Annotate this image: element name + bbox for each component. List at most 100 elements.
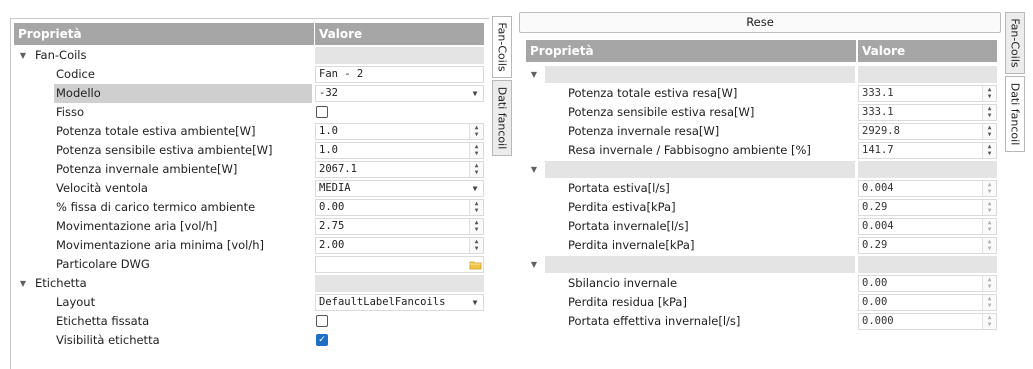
spin-up-icon[interactable]: ▲ (470, 124, 483, 131)
chevron-down-icon[interactable]: ▼ (469, 295, 481, 310)
category-row-fan-coils[interactable]: ▼ Fan-Coils (11, 46, 490, 65)
value-stepper[interactable]: 0.004 ▲ ▼ (858, 180, 997, 197)
property-row-potenza-sensibile[interactable]: Potenza sensibile estiva ambiente[W] 1.0… (11, 141, 490, 160)
tab-dati-fancoil-left[interactable]: Dati fancoil (492, 80, 512, 156)
value-stepper[interactable]: 333.1 ▲ ▼ (858, 104, 997, 121)
spin-up-icon[interactable]: ▲ (983, 105, 996, 112)
property-row-movimentazione-aria[interactable]: Movimentazione aria [vol/h] 2.75 ▲ ▼ (11, 217, 490, 236)
value-stepper[interactable]: 0.29 ▲ ▼ (858, 199, 997, 216)
result-row[interactable]: Portata effettiva invernale[l/s] 0.000 ▲ ▼ (521, 312, 1002, 331)
spin-up-icon[interactable]: ▲ (470, 143, 483, 150)
property-row-carico-termico[interactable]: % fissa di carico termico ambiente 0.00 … (11, 198, 490, 217)
spin-up-icon[interactable]: ▲ (983, 181, 996, 188)
value-stepper[interactable]: 0.000 ▲ ▼ (858, 313, 997, 330)
tab-fan-coils-left[interactable]: Fan-Coils (492, 16, 512, 78)
result-row[interactable]: Sbilancio invernale 0.00 ▲ ▼ (521, 274, 1002, 293)
spin-buttons[interactable]: ▲ ▼ (469, 143, 483, 158)
spin-down-icon[interactable]: ▼ (983, 245, 996, 252)
property-row-layout[interactable]: Layout DefaultLabelFancoils ▼ (11, 293, 490, 312)
spin-buttons[interactable]: ▲ ▼ (982, 295, 996, 310)
spin-up-icon[interactable]: ▲ (983, 86, 996, 93)
group-row-1[interactable]: ▼ (521, 65, 1002, 84)
collapse-icon[interactable]: ▼ (16, 274, 30, 293)
spin-buttons[interactable]: ▲ ▼ (982, 314, 996, 329)
collapse-icon[interactable]: ▼ (527, 255, 541, 274)
collapse-icon[interactable]: ▼ (527, 160, 541, 179)
property-row-codice[interactable]: Codice Fan - 2 (11, 65, 490, 84)
fisso-checkbox[interactable] (316, 106, 328, 118)
spin-down-icon[interactable]: ▼ (983, 321, 996, 328)
spin-up-icon[interactable]: ▲ (983, 295, 996, 302)
chevron-down-icon[interactable]: ▼ (469, 181, 481, 196)
spin-buttons[interactable]: ▲ ▼ (469, 162, 483, 177)
spin-buttons[interactable]: ▲ ▼ (469, 219, 483, 234)
result-row[interactable]: Potenza sensibile estiva resa[W] 333.1 ▲ ▼ (521, 103, 1002, 122)
spin-buttons[interactable]: ▲ ▼ (982, 238, 996, 253)
result-row[interactable]: Perdita residua [kPa] 0.00 ▲ ▼ (521, 293, 1002, 312)
spin-buttons[interactable]: ▲ ▼ (982, 181, 996, 196)
result-row[interactable]: Perdita invernale[kPa] 0.29 ▲ ▼ (521, 236, 1002, 255)
spin-up-icon[interactable]: ▲ (983, 219, 996, 226)
etichetta-fissata-checkbox[interactable] (316, 315, 328, 327)
spin-up-icon[interactable]: ▲ (983, 200, 996, 207)
value-stepper[interactable]: 0.00 ▲ ▼ (858, 275, 997, 292)
property-row-visibilita-etichetta[interactable]: Visibilità etichetta ✓ (11, 331, 490, 350)
folder-icon[interactable] (469, 258, 482, 271)
collapse-icon[interactable]: ▼ (16, 46, 30, 65)
movimentazione-aria-stepper[interactable]: 2.75 ▲ ▼ (315, 218, 484, 235)
visibilita-etichetta-checkbox[interactable]: ✓ (316, 334, 328, 346)
velocita-dropdown[interactable]: MEDIA ▼ (315, 180, 484, 197)
spin-up-icon[interactable]: ▲ (470, 219, 483, 226)
particolare-dwg-field[interactable] (315, 256, 484, 273)
value-stepper[interactable]: 141.7 ▲ ▼ (858, 142, 997, 159)
spin-down-icon[interactable]: ▼ (983, 207, 996, 214)
value-stepper[interactable]: 0.004 ▲ ▼ (858, 218, 997, 235)
potenza-sensibile-stepper[interactable]: 1.0 ▲ ▼ (315, 142, 484, 159)
spin-up-icon[interactable]: ▲ (983, 124, 996, 131)
potenza-totale-stepper[interactable]: 1.0 ▲ ▼ (315, 123, 484, 140)
spin-buttons[interactable]: ▲ ▼ (982, 143, 996, 158)
spin-down-icon[interactable]: ▼ (983, 131, 996, 138)
value-stepper[interactable]: 0.00 ▲ ▼ (858, 294, 997, 311)
spin-down-icon[interactable]: ▼ (983, 93, 996, 100)
tab-dati-fancoil-right[interactable]: Dati fancoil (1005, 76, 1025, 152)
property-row-movimentazione-aria-minima[interactable]: Movimentazione aria minima [vol/h] 2.00 … (11, 236, 490, 255)
spin-down-icon[interactable]: ▼ (470, 131, 483, 138)
spin-down-icon[interactable]: ▼ (470, 226, 483, 233)
value-stepper[interactable]: 0.29 ▲ ▼ (858, 237, 997, 254)
group-row-2[interactable]: ▼ (521, 160, 1002, 179)
spin-down-icon[interactable]: ▼ (983, 226, 996, 233)
tab-fan-coils-right[interactable]: Fan-Coils (1005, 12, 1025, 74)
property-row-potenza-invernale[interactable]: Potenza invernale ambiente[W] 2067.1 ▲ ▼ (11, 160, 490, 179)
spin-up-icon[interactable]: ▲ (470, 200, 483, 207)
spin-down-icon[interactable]: ▼ (470, 207, 483, 214)
spin-buttons[interactable]: ▲ ▼ (982, 219, 996, 234)
potenza-invernale-stepper[interactable]: 2067.1 ▲ ▼ (315, 161, 484, 178)
spin-buttons[interactable]: ▲ ▼ (982, 200, 996, 215)
spin-down-icon[interactable]: ▼ (983, 188, 996, 195)
spin-down-icon[interactable]: ▼ (470, 150, 483, 157)
category-row-etichetta[interactable]: ▼ Etichetta (11, 274, 490, 293)
result-row[interactable]: Potenza invernale resa[W] 2929.8 ▲ ▼ (521, 122, 1002, 141)
spin-up-icon[interactable]: ▲ (470, 162, 483, 169)
spin-down-icon[interactable]: ▼ (983, 302, 996, 309)
spin-buttons[interactable]: ▲ ▼ (982, 105, 996, 120)
spin-down-icon[interactable]: ▼ (470, 245, 483, 252)
spin-buttons[interactable]: ▲ ▼ (982, 86, 996, 101)
result-row[interactable]: Resa invernale / Fabbisogno ambiente [%]… (521, 141, 1002, 160)
property-row-fisso[interactable]: Fisso (11, 103, 490, 122)
modello-dropdown[interactable]: -32 ▼ (315, 85, 484, 102)
spin-up-icon[interactable]: ▲ (983, 238, 996, 245)
result-row[interactable]: Portata estiva[l/s] 0.004 ▲ ▼ (521, 179, 1002, 198)
carico-termico-stepper[interactable]: 0.00 ▲ ▼ (315, 199, 484, 216)
spin-down-icon[interactable]: ▼ (983, 150, 996, 157)
property-row-potenza-totale[interactable]: Potenza totale estiva ambiente[W] 1.0 ▲ ▼ (11, 122, 490, 141)
spin-up-icon[interactable]: ▲ (983, 314, 996, 321)
spin-buttons[interactable]: ▲ ▼ (469, 124, 483, 139)
spin-down-icon[interactable]: ▼ (983, 112, 996, 119)
spin-down-icon[interactable]: ▼ (983, 283, 996, 290)
result-row[interactable]: Perdita estiva[kPa] 0.29 ▲ ▼ (521, 198, 1002, 217)
rese-header-bar[interactable]: Rese (519, 12, 1001, 33)
spin-up-icon[interactable]: ▲ (983, 143, 996, 150)
spin-up-icon[interactable]: ▲ (983, 276, 996, 283)
